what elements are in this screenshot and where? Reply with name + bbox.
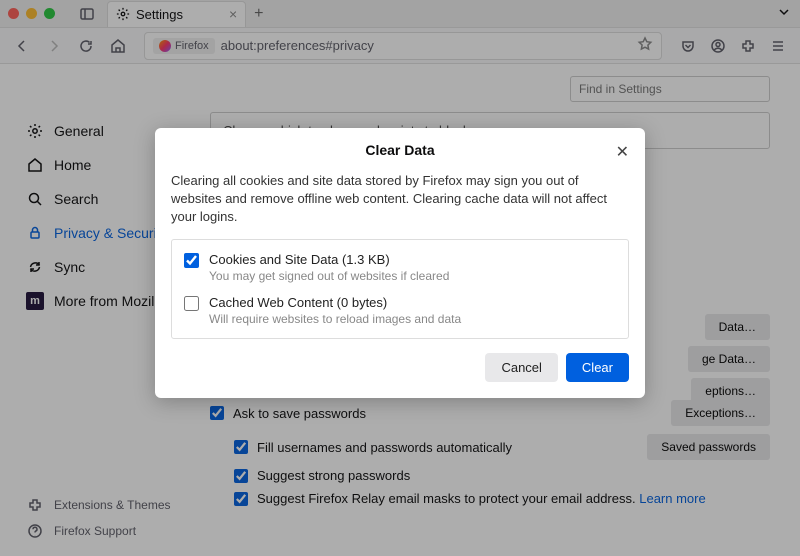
dialog-description: Clearing all cookies and site data store…	[171, 172, 629, 227]
option-sub: Will require websites to reload images a…	[209, 312, 461, 326]
close-icon[interactable]: ✕	[616, 142, 629, 162]
clear-button[interactable]: Clear	[566, 353, 629, 382]
option-cookies: Cookies and Site Data (1.3 KB) You may g…	[184, 252, 616, 283]
dialog-title: Clear Data	[365, 142, 434, 158]
option-title: Cookies and Site Data (1.3 KB)	[209, 252, 449, 267]
checkbox-cookies[interactable]	[184, 253, 199, 268]
modal-overlay: Clear Data ✕ Clearing all cookies and si…	[0, 0, 800, 556]
checkbox-cache[interactable]	[184, 296, 199, 311]
option-cache: Cached Web Content (0 bytes) Will requir…	[184, 295, 616, 326]
option-sub: You may get signed out of websites if cl…	[209, 269, 449, 283]
option-title: Cached Web Content (0 bytes)	[209, 295, 461, 310]
dialog-options: Cookies and Site Data (1.3 KB) You may g…	[171, 239, 629, 339]
cancel-button[interactable]: Cancel	[485, 353, 557, 382]
clear-data-dialog: Clear Data ✕ Clearing all cookies and si…	[155, 128, 645, 398]
